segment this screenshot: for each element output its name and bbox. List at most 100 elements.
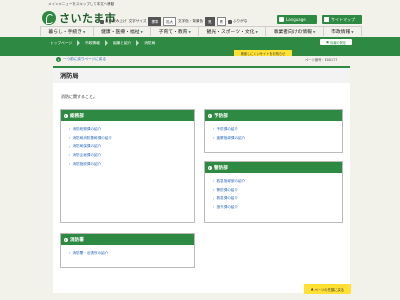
- list-item[interactable]: › 消防施設課の紹介: [69, 160, 194, 169]
- sitemap-icon: [324, 17, 329, 22]
- panel-title: 警防部: [214, 165, 228, 171]
- saitama-logo-icon: [42, 11, 56, 25]
- share-button[interactable]: ▣ 情報の発信: [320, 39, 352, 45]
- skip-link[interactable]: メインメニューをスキップして本文へ移動: [48, 2, 114, 7]
- gnav-item-childcare[interactable]: 子育て・教育 ▼: [151, 27, 200, 36]
- list-item-label: 警防課の紹介: [216, 187, 238, 192]
- list-item-label: 消防局消防基幹課の紹介: [72, 135, 112, 140]
- list-item-label: 消防局保課の紹介: [72, 144, 102, 149]
- gnav-item-health[interactable]: 健康・医療・福祉 ▼: [94, 27, 152, 36]
- color-label: 文字色・背景色: [178, 19, 204, 23]
- list-item[interactable]: › 指令課の紹介: [213, 203, 342, 212]
- language-button[interactable]: Language: [277, 15, 317, 24]
- chevron-right-icon: ›: [213, 127, 215, 132]
- arrow-up-icon: ▲: [310, 287, 314, 291]
- intro-text: 消防に関すること。: [61, 94, 97, 99]
- panel-title: 予防部: [214, 113, 228, 119]
- breadcrumb-organization[interactable]: 組織と紹介: [108, 41, 136, 46]
- breadcrumb-citygov[interactable]: 市政情報: [80, 41, 105, 46]
- gnav-label: 事業者向けの情報: [273, 30, 312, 35]
- panel-soumu: 総務部 › 消防総務課の紹介 › 消防局消防基幹課の紹介 › 消防局保課の紹介 › 消防…: [60, 109, 195, 223]
- chevron-down-icon: ▼: [312, 29, 316, 34]
- share-label: 情報の発信: [330, 40, 346, 45]
- chevron-right-icon: ›: [213, 179, 215, 184]
- breadcrumb-current: 消防局: [144, 40, 156, 45]
- list-item-label: 指令課の紹介: [216, 204, 238, 209]
- color-blue[interactable]: 青: [216, 17, 226, 26]
- panel-shobo: 消防署 › 消防署・出張所の紹介: [60, 233, 195, 268]
- chevron-down-icon: ▼: [83, 29, 86, 34]
- report-site-button[interactable]: 検索しにくいサイトをお知らせ: [234, 50, 292, 56]
- list-item-label: 消防署・出張所の紹介: [72, 250, 109, 255]
- back-to-top-label: ページの先頭に戻る: [314, 287, 345, 292]
- list-item[interactable]: › 査察指導課の紹介: [213, 134, 342, 143]
- gnav-label: 暮らし・手続き: [48, 30, 82, 35]
- utility-toolbar: 音声読み上げ 文字サイズ 標準 拡大 文字色・背景色 黒 青 ふりがな: [100, 17, 247, 26]
- gnav-label: 健康・医療・福祉: [101, 30, 140, 35]
- report-site-label: 検索しにくいサイトをお知らせ: [240, 51, 286, 56]
- gnav-label: 市政情報: [331, 30, 351, 35]
- gnav-item-business[interactable]: 事業者向けの情報 ▼: [266, 27, 324, 36]
- arrow-circle-icon: [208, 113, 212, 118]
- chevron-right-icon: ›: [213, 188, 215, 193]
- panel-heading[interactable]: 消防署: [61, 234, 194, 245]
- gnav-item-living[interactable]: 暮らし・手続き ▼: [40, 27, 94, 36]
- speaker-icon: [100, 19, 104, 24]
- back-link[interactable]: 一つ前に戻りページに戻る: [56, 57, 106, 62]
- chevron-down-icon: ▼: [188, 29, 191, 34]
- voice-reading-label: 音声読み上げ: [105, 19, 127, 23]
- share-icon: ▣: [326, 40, 330, 44]
- chevron-down-icon: ▼: [140, 29, 143, 34]
- breadcrumb: トップページ 市政情報 組織と紹介 消防局: [45, 40, 160, 46]
- language-label: Language: [286, 17, 306, 22]
- chevron-down-icon: ▼: [351, 29, 354, 34]
- list-item[interactable]: › 消防局消防基幹課の紹介: [69, 134, 194, 143]
- list-item-label: 消防施設課の紹介: [72, 161, 102, 166]
- list-item[interactable]: › 予防課の紹介: [213, 125, 342, 134]
- page-title: 消防局: [53, 66, 350, 83]
- back-link-label: 一つ前に戻りページに戻る: [63, 57, 107, 61]
- list-item[interactable]: › 消防総務課の紹介: [69, 125, 194, 134]
- list-item-label: 査察指導課の紹介: [216, 135, 246, 140]
- list-item[interactable]: › 警防課の紹介: [213, 186, 342, 195]
- list-item[interactable]: › 消防企画課の紹介: [69, 151, 194, 160]
- breadcrumb-top[interactable]: トップページ: [45, 41, 77, 46]
- list-item-label: 予防課の紹介: [216, 126, 238, 131]
- gnav-item-tourism[interactable]: 観光・スポーツ・文化 ▼: [199, 27, 267, 36]
- list-item[interactable]: › 消防署・出張所の紹介: [69, 249, 194, 258]
- panel-title: 消防署: [70, 237, 84, 243]
- panel-yobou: 予防部 › 予防課の紹介 › 査察指導課の紹介: [204, 109, 343, 153]
- list-item-label: 消防企画課の紹介: [72, 152, 102, 157]
- furigana-link[interactable]: ふりがな: [227, 19, 247, 24]
- list-item-label: 救急指導室の紹介: [216, 178, 246, 183]
- voice-reading-link[interactable]: 音声読み上げ: [100, 19, 127, 24]
- color-black[interactable]: 黒: [205, 17, 215, 26]
- list-item[interactable]: › 救急課の紹介: [213, 194, 342, 203]
- chevron-right-icon: ›: [213, 196, 215, 201]
- chevron-right-icon: ›: [69, 153, 71, 158]
- chevron-right-icon: ›: [69, 136, 71, 141]
- page-number: ページ番号：E00177: [305, 58, 338, 62]
- panel-heading[interactable]: 警防部: [205, 162, 342, 173]
- chevron-right-icon: ›: [69, 251, 71, 256]
- list-item[interactable]: › 消防局保課の紹介: [69, 142, 194, 151]
- furigana-icon: [227, 19, 232, 24]
- chevron-right-icon: ›: [69, 162, 71, 167]
- chevron-down-icon: ▼: [255, 29, 258, 34]
- list-item-label: 消防総務課の紹介: [72, 126, 102, 131]
- panel-heading[interactable]: 総務部: [61, 110, 194, 121]
- back-arrow-icon: [56, 57, 61, 62]
- panel-heading[interactable]: 予防部: [205, 110, 342, 121]
- chevron-right-icon: ›: [69, 144, 71, 149]
- back-to-top-button[interactable]: ▲ ページの先頭に戻る: [304, 284, 351, 294]
- panel-keibou: 警防部 › 救急指導室の紹介 › 警防課の紹介 › 救急課の紹介 › 指令課の紹介: [204, 161, 343, 223]
- list-item-label: 救急課の紹介: [216, 196, 238, 201]
- chevron-right-icon: ›: [69, 127, 71, 132]
- panel-title: 総務部: [70, 113, 84, 119]
- text-size-standard[interactable]: 標準: [148, 17, 162, 26]
- gnav-item-citygov[interactable]: 市政情報 ▼: [324, 27, 362, 36]
- text-size-large[interactable]: 拡大: [163, 17, 176, 26]
- sitemap-button[interactable]: サイトマップ: [322, 15, 362, 24]
- arrow-circle-icon: [208, 165, 212, 170]
- list-item[interactable]: › 救急指導室の紹介: [213, 177, 342, 186]
